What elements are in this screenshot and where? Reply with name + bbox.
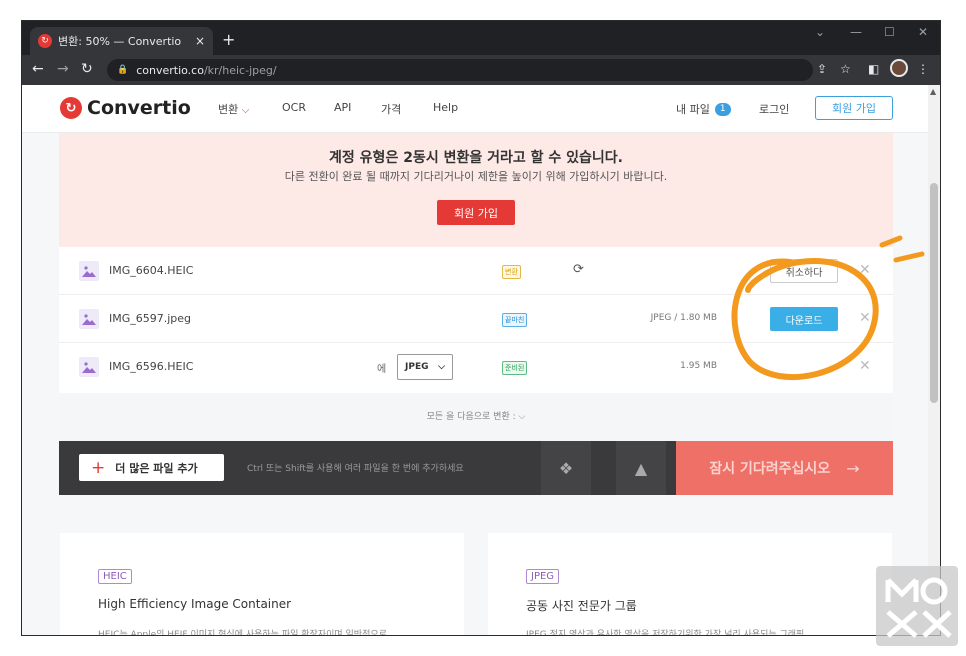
- file-row: IMG_6604.HEIC 변환 ⟳ 취소하다 ✕: [59, 247, 893, 295]
- tab-close-icon[interactable]: ×: [195, 34, 205, 48]
- converting-spinner-icon: ⟳: [573, 262, 584, 277]
- bookmark-star-icon[interactable]: ☆: [840, 62, 851, 76]
- convert-all-dropdown[interactable]: 모든 을 다음으로 변환 : ⌵: [59, 393, 893, 441]
- tab-search-icon[interactable]: ⌄: [815, 25, 825, 39]
- remove-file-icon[interactable]: ✕: [859, 262, 871, 278]
- google-drive-icon[interactable]: ▲: [616, 441, 666, 495]
- format-select[interactable]: JPEG ⌵: [397, 354, 453, 380]
- logo-text: Convertio: [87, 97, 191, 119]
- image-file-icon: [79, 357, 99, 377]
- convert-all-label: 모든 을 다음으로 변환 :: [426, 412, 516, 422]
- scroll-up-icon[interactable]: ▲: [930, 87, 936, 96]
- side-panel-icon[interactable]: ◧: [868, 62, 879, 76]
- format-description: HEIC는 Apple의 HEIF 이미지 형식에 사용하는 파일 확장자이며 …: [98, 630, 387, 636]
- login-link[interactable]: 로그인: [759, 101, 789, 117]
- format-info-card-jpeg: JPEG 공동 사진 전문가 그룹 JPEG 정지 영상과 유사한 영상을 저장…: [488, 533, 892, 636]
- format-info-card-heic: HEIC High Efficiency Image Container HEI…: [60, 533, 464, 636]
- profile-avatar[interactable]: [890, 59, 908, 77]
- site-header: ↻ Convertio 변환 ⌵ OCR API 가격 Help 내 파일 1 로…: [22, 85, 928, 133]
- url-path: /kr/heic-jpeg/: [203, 63, 277, 77]
- menu-ocr[interactable]: OCR: [282, 101, 306, 114]
- chevron-down-icon: ⌵: [438, 362, 445, 372]
- file-row: IMG_6597.jpeg 끝마친 JPEG / 1.80 MB 다운로드 ✕: [59, 295, 893, 343]
- menu-help[interactable]: Help: [433, 101, 458, 114]
- status-badge: 변환: [502, 265, 521, 279]
- convert-to-label: 에: [377, 364, 387, 375]
- file-row: IMG_6596.HEIC 에 JPEG ⌵ 준비된 1.95 MB ✕: [59, 343, 893, 391]
- menu-kebab-icon[interactable]: ⋮: [917, 62, 929, 76]
- file-size: JPEG / 1.80 MB: [650, 313, 717, 323]
- format-tag: JPEG: [526, 569, 560, 584]
- add-more-files-button[interactable]: + 더 많은 파일 추가: [79, 454, 224, 481]
- wait-button-label: 잠시 기다려주십시오: [709, 461, 831, 477]
- menu-api[interactable]: API: [334, 101, 351, 114]
- remove-file-icon[interactable]: ✕: [859, 358, 871, 374]
- minimize-icon[interactable]: —: [850, 25, 862, 39]
- address-bar: ← → ↻ 🔒 convertio.co/kr/heic-jpeg/ ⇪ ☆ ◧…: [22, 55, 940, 85]
- new-tab-icon[interactable]: +: [222, 30, 235, 49]
- my-files-link[interactable]: 내 파일 1: [676, 101, 731, 117]
- format-title: 공동 사진 전문가 그룹: [526, 599, 637, 613]
- remove-file-icon[interactable]: ✕: [859, 310, 871, 326]
- limit-alert: 계정 유형은 2동시 변환을 거라고 할 수 있습니다. 다른 전환이 완료 될…: [59, 133, 893, 247]
- chevron-down-icon: ⌵: [518, 412, 526, 422]
- tab-title: 변환: 50% — Convertio: [58, 35, 182, 48]
- my-files-count-badge: 1: [714, 102, 731, 116]
- menu-pricing[interactable]: 가격: [381, 101, 401, 117]
- share-icon[interactable]: ⇪: [817, 62, 827, 76]
- format-tag: HEIC: [98, 569, 132, 584]
- chevron-down-icon: ⌵: [241, 105, 250, 116]
- status-badge: 준비된: [502, 361, 528, 375]
- browser-window: ↻ 변환: 50% — Convertio × + ⌄ — ☐ ✕ ← → ↻ …: [21, 20, 941, 636]
- add-files-hint: Ctrl 또는 Shift를 사용해 여러 파일을 한 번에 추가하세요: [247, 464, 464, 474]
- dropbox-icon[interactable]: ❖: [541, 441, 591, 495]
- image-file-icon: [79, 309, 99, 329]
- format-value: JPEG: [405, 362, 429, 372]
- watermark-logo: [876, 566, 958, 646]
- lock-icon: 🔒: [117, 65, 129, 75]
- tab-strip: ↻ 변환: 50% — Convertio × + ⌄ — ☐ ✕: [22, 21, 940, 55]
- add-files-label: 더 많은 파일 추가: [115, 461, 198, 475]
- status-badge: 끝마친: [502, 313, 528, 327]
- alert-signup-button[interactable]: 회원 가입: [437, 200, 515, 225]
- my-files-label: 내 파일: [676, 103, 710, 116]
- wait-button[interactable]: 잠시 기다려주십시오 →: [676, 441, 893, 495]
- header-signup-button[interactable]: 회원 가입: [815, 96, 893, 120]
- reload-icon[interactable]: ↻: [81, 61, 93, 77]
- convertio-favicon-icon: ↻: [38, 34, 52, 48]
- page-viewport: ↻ Convertio 변환 ⌵ OCR API 가격 Help 내 파일 1 로…: [22, 85, 928, 636]
- file-list: IMG_6604.HEIC 변환 ⟳ 취소하다 ✕ IMG_6597.jpeg …: [59, 247, 893, 393]
- action-bar: + 더 많은 파일 추가 Ctrl 또는 Shift를 사용해 여러 파일을 한 …: [59, 441, 893, 495]
- alert-subtext: 다른 전환이 완료 될 때까지 기다리거나이 제한을 높이기 위해 가입하시기 …: [284, 170, 668, 183]
- plus-icon: +: [91, 457, 106, 478]
- alert-heading: 계정 유형은 2동시 변환을 거라고 할 수 있습니다.: [329, 150, 623, 166]
- arrow-right-icon: →: [846, 458, 860, 478]
- file-name: IMG_6596.HEIC: [109, 360, 194, 373]
- url-host: convertio.co: [136, 63, 204, 77]
- menu-convert[interactable]: 변환 ⌵: [218, 101, 249, 117]
- convertio-logo-icon: ↻: [60, 97, 82, 119]
- maximize-icon[interactable]: ☐: [884, 25, 895, 39]
- browser-tab[interactable]: ↻ 변환: 50% — Convertio ×: [30, 27, 213, 55]
- forward-icon[interactable]: →: [57, 61, 69, 77]
- format-title: High Efficiency Image Container: [98, 597, 292, 611]
- url-field[interactable]: 🔒 convertio.co/kr/heic-jpeg/: [107, 59, 813, 81]
- file-name: IMG_6604.HEIC: [109, 264, 194, 277]
- format-description: JPEG 정지 영상과 유사한 영상을 저장하기위한 가장 널리 사용되는 그래…: [526, 630, 805, 636]
- converter-card: 계정 유형은 2동시 변환을 거라고 할 수 있습니다. 다른 전환이 완료 될…: [59, 133, 893, 495]
- menu-convert-label: 변환: [218, 103, 239, 116]
- image-file-icon: [79, 261, 99, 281]
- file-name: IMG_6597.jpeg: [109, 312, 192, 325]
- scrollbar-thumb[interactable]: [930, 183, 938, 403]
- back-icon[interactable]: ←: [32, 61, 44, 77]
- file-size: 1.95 MB: [680, 361, 717, 371]
- download-button[interactable]: 다운로드: [770, 307, 838, 331]
- close-window-icon[interactable]: ✕: [918, 25, 928, 39]
- page-scrollbar[interactable]: ▲: [928, 85, 940, 635]
- cancel-button[interactable]: 취소하다: [770, 259, 838, 283]
- convertio-logo[interactable]: ↻ Convertio: [60, 97, 191, 119]
